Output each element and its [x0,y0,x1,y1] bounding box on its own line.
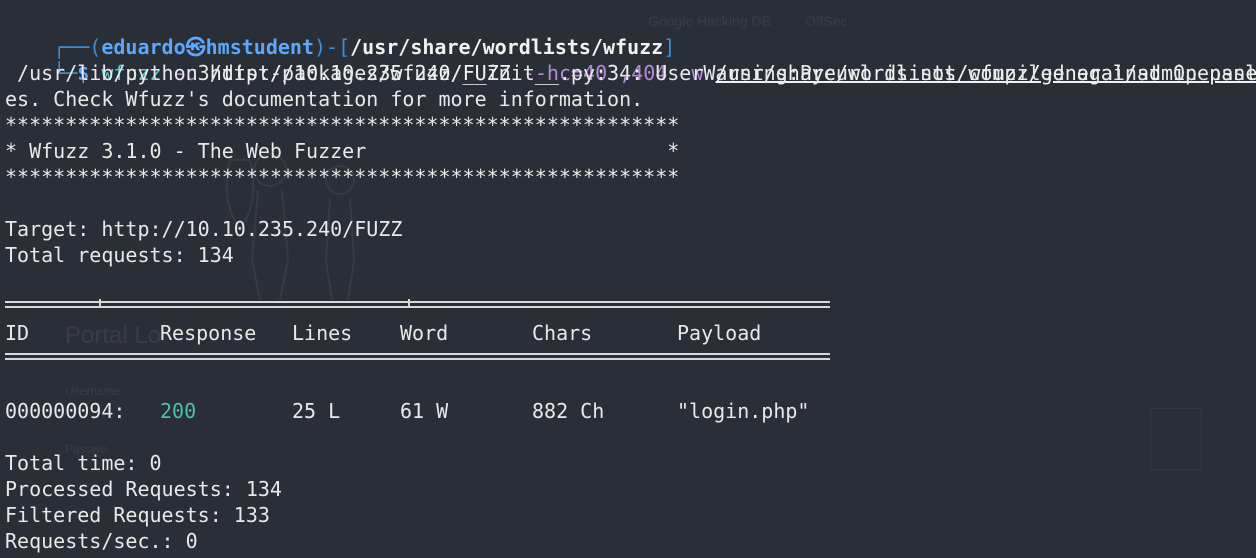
total-requests-line: Total requests: 134 [5,243,234,267]
background-portal-title: Portal Lo [65,322,162,349]
background-tab-offsec: OffSec [805,13,848,29]
row-payload: "login.php" [677,399,810,423]
header-lines: Lines [292,321,353,345]
header-word: Word [400,321,449,345]
table-rule-top [5,299,830,308]
prompt-line: ┌──(eduardo㉿hmstudent)-[/usr/share/wordl… [5,8,675,59]
background-username-label: Username: [65,384,124,398]
banner-border-top: ****************************************… [5,113,680,137]
row-chars: 882 Ch [532,399,605,423]
summary-processed-requests: Processed Requests: 134 [5,477,282,501]
row-response-code: 200 [160,399,197,423]
target-line: Target: http://10.10.235.240/FUZZ [5,217,403,241]
row-word: 61 W [400,399,449,423]
table-rule-joint [99,299,101,308]
warning-line-1: /usr/lib/python3/dist-packages/wfuzz/__i… [5,61,1256,85]
header-response: Response [160,321,257,345]
header-id: ID [5,321,30,345]
terminal-window[interactable]: Google Hacking DB OffSec Portal Lo Usern… [0,0,1256,558]
table-rule-bottom [5,353,830,360]
row-id: 000000094: [5,399,126,423]
summary-requests-per-sec: Requests/sec.: 0 [5,529,198,553]
banner-border-bottom: ****************************************… [5,165,680,189]
warning-line-2: es. Check Wfuzz's documentation for more… [5,87,644,111]
summary-filtered-requests: Filtered Requests: 133 [5,503,270,527]
background-input-box [1150,408,1202,470]
banner-title: * Wfuzz 3.1.0 - The Web Fuzzer * [5,139,680,163]
header-chars: Chars [532,321,593,345]
header-payload: Payload [677,321,762,345]
row-lines: 25 L [292,399,341,423]
summary-total-time: Total time: 0 [5,451,162,475]
table-rule-joint [408,299,410,308]
command-line[interactable]: └─$ wfuzz -u http://10.10.235.240/FUZZ -… [5,34,1256,85]
